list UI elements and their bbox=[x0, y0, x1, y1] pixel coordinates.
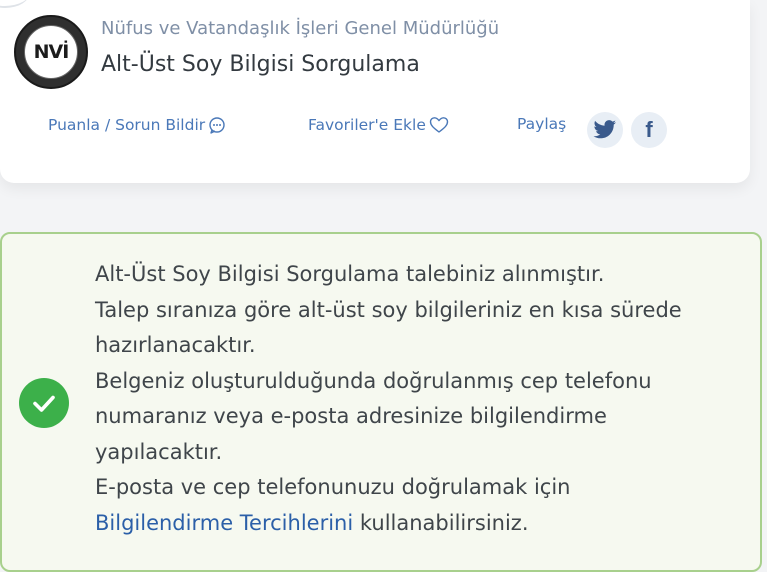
comment-icon bbox=[209, 117, 225, 134]
rate-report-link[interactable]: Puanla / Sorun Bildir bbox=[48, 116, 226, 134]
success-message: Alt-Üst Soy Bilgisi Sorgulama talebiniz … bbox=[95, 257, 755, 541]
facebook-icon: f bbox=[645, 117, 653, 142]
organization-name[interactable]: Nüfus ve Vatandaşlık İşleri Genel Müdürl… bbox=[101, 18, 499, 39]
add-favorite-link[interactable]: Favoriler'e Ekle bbox=[308, 116, 449, 134]
check-mark-icon bbox=[33, 395, 55, 412]
twitter-share-button[interactable] bbox=[587, 112, 623, 148]
message-line-1: Alt-Üst Soy Bilgisi Sorgulama talebiniz … bbox=[95, 262, 605, 286]
message-line-6: yapılacaktır. bbox=[95, 439, 223, 464]
service-header-card: NVİ Nüfus ve Vatandaşlık İşleri Genel Mü… bbox=[0, 0, 750, 183]
twitter-icon bbox=[593, 120, 616, 139]
message-line-8-suffix: kullanabilirsiniz. bbox=[353, 510, 529, 535]
message-line-4: Belgeniz oluşturulduğunda doğrulanmış ce… bbox=[95, 368, 652, 393]
add-favorite-label: Favoriler'e Ekle bbox=[308, 116, 426, 134]
heart-icon bbox=[429, 117, 449, 133]
page-title: Alt-Üst Soy Bilgisi Sorgulama bbox=[101, 52, 420, 77]
check-circle-icon bbox=[19, 378, 69, 428]
corner-decoration bbox=[0, 0, 30, 8]
message-line-8: Bilgilendirme Tercihlerini kullanabilirs… bbox=[95, 506, 755, 542]
nvi-logo: NVİ bbox=[14, 15, 88, 89]
share-label: Paylaş bbox=[517, 115, 567, 133]
message-line-5: numaranız veya e-posta adresinize bilgil… bbox=[95, 404, 607, 428]
rate-report-label: Puanla / Sorun Bildir bbox=[48, 116, 206, 134]
share-label-group: Paylaş bbox=[517, 115, 566, 133]
message-line-2: Talep sıranıza göre alt-üst soy bilgiler… bbox=[95, 297, 682, 322]
nvi-logo-text: NVİ bbox=[33, 41, 70, 63]
message-line-3: hazırlanacaktır. bbox=[95, 333, 256, 357]
message-line-7: E-posta ve cep telefonunuzu doğrulamak i… bbox=[95, 475, 571, 499]
nvi-logo-inner: NVİ bbox=[24, 25, 78, 79]
facebook-share-button[interactable]: f bbox=[631, 112, 667, 148]
notification-preferences-link[interactable]: Bilgilendirme Tercihlerini bbox=[95, 511, 353, 535]
